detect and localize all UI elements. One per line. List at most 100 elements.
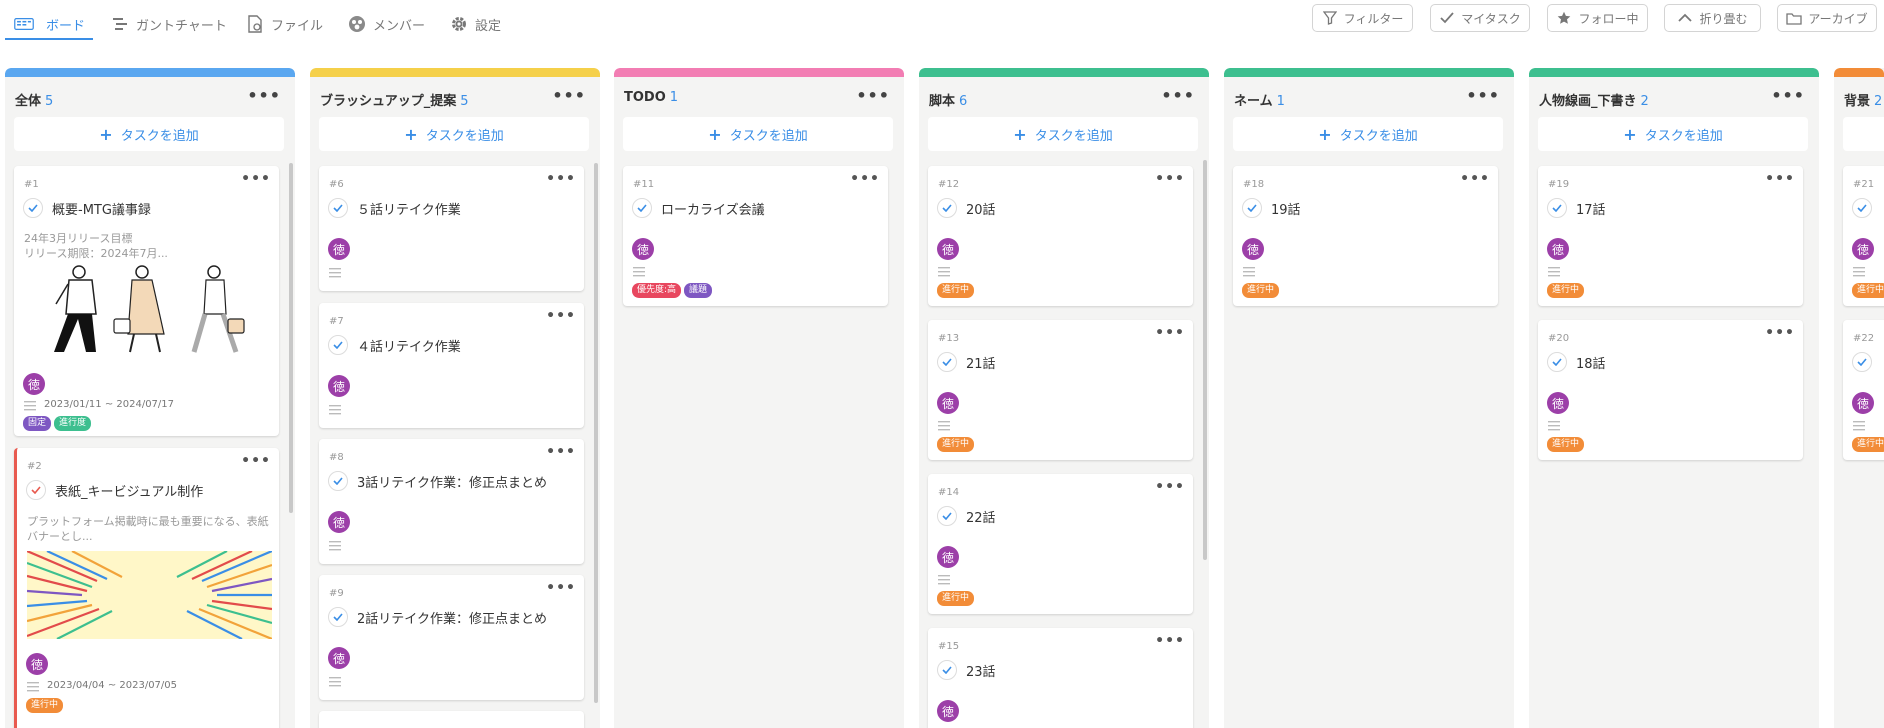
avatar[interactable]: 徳 bbox=[632, 238, 654, 260]
card-more-icon[interactable]: ••• bbox=[1155, 171, 1185, 187]
task-card[interactable]: #15 ••• 23話 徳 bbox=[928, 628, 1193, 728]
avatar[interactable]: 徳 bbox=[1547, 238, 1569, 260]
column-more-icon[interactable]: ••• bbox=[247, 86, 281, 105]
task-card[interactable]: #14 ••• 22話 徳 進行中 bbox=[928, 474, 1193, 614]
avatar[interactable]: 徳 bbox=[328, 511, 350, 533]
add-task-button[interactable] bbox=[1843, 117, 1884, 151]
add-task-button[interactable]: + タスクを追加 bbox=[14, 117, 284, 151]
tab-files[interactable]: ファイル bbox=[245, 12, 323, 36]
my-tasks-button[interactable]: マイタスク bbox=[1430, 4, 1530, 32]
avatar[interactable]: 徳 bbox=[937, 700, 959, 722]
check-circle-icon[interactable] bbox=[1242, 198, 1262, 218]
check-circle-icon[interactable] bbox=[937, 660, 957, 680]
column-scrollbar[interactable] bbox=[1203, 160, 1207, 560]
task-card[interactable]: #19 ••• 17話 徳 進行中 bbox=[1538, 166, 1803, 306]
avatar[interactable]: 徳 bbox=[937, 546, 959, 568]
board-column: 脚本 6 ••• + タスクを追加 #12 ••• 20話 徳 進行中 #13 ••… bbox=[919, 68, 1209, 728]
card-more-icon[interactable]: ••• bbox=[1460, 171, 1490, 187]
column-more-icon[interactable]: ••• bbox=[552, 86, 586, 105]
task-card[interactable]: #20 ••• 18話 徳 進行中 bbox=[1538, 320, 1803, 460]
task-id: #21 bbox=[1853, 179, 1875, 190]
avatar[interactable]: 徳 bbox=[328, 238, 350, 260]
task-card[interactable]: #18 ••• 19話 徳 進行中 bbox=[1233, 166, 1498, 306]
tab-members[interactable]: メンバー bbox=[347, 12, 425, 36]
task-card[interactable]: #13 ••• 21話 徳 進行中 bbox=[928, 320, 1193, 460]
column-more-icon[interactable]: ••• bbox=[1161, 86, 1195, 105]
card-more-icon[interactable]: ••• bbox=[546, 580, 576, 596]
avatar[interactable]: 徳 bbox=[328, 647, 350, 669]
avatar[interactable]: 徳 bbox=[937, 238, 959, 260]
card-more-icon[interactable]: ••• bbox=[850, 171, 880, 187]
task-card[interactable]: #2 ••• 表紙_キービジュアル制作 プラットフォーム掲載時に最も重要になる、… bbox=[14, 448, 279, 728]
check-circle-icon[interactable] bbox=[328, 198, 348, 218]
task-title: ５話リテイク作業 bbox=[357, 203, 461, 218]
card-more-icon[interactable]: ••• bbox=[241, 453, 271, 469]
archive-button[interactable]: アーカイブ bbox=[1777, 4, 1877, 32]
task-card[interactable]: #1 ••• 概要-MTG議事録 24年3月リリース目標 リリース期限：2024… bbox=[14, 166, 279, 436]
card-more-icon[interactable]: ••• bbox=[546, 444, 576, 460]
check-circle-icon[interactable] bbox=[23, 198, 43, 218]
add-task-button[interactable]: + タスクを追加 bbox=[928, 117, 1198, 151]
card-more-icon[interactable]: ••• bbox=[1765, 325, 1795, 341]
task-card[interactable] bbox=[319, 711, 584, 728]
task-card[interactable]: #8 ••• 3話リテイク作業：修正点まとめ 徳 bbox=[319, 439, 584, 564]
column-more-icon[interactable]: ••• bbox=[1771, 86, 1805, 105]
card-more-icon[interactable]: ••• bbox=[546, 171, 576, 187]
task-card[interactable]: #6 ••• ５話リテイク作業 徳 bbox=[319, 166, 584, 291]
avatar[interactable]: 徳 bbox=[1242, 238, 1264, 260]
check-circle-icon[interactable] bbox=[937, 506, 957, 526]
check-circle-icon[interactable] bbox=[328, 471, 348, 491]
task-card[interactable]: #7 ••• ４話リテイク作業 徳 bbox=[319, 303, 584, 428]
tag-list: 固定 進行度 bbox=[23, 416, 92, 431]
check-circle-icon[interactable] bbox=[1547, 198, 1567, 218]
check-circle-icon[interactable] bbox=[328, 335, 348, 355]
card-more-icon[interactable]: ••• bbox=[546, 308, 576, 324]
avatar[interactable]: 徳 bbox=[937, 392, 959, 414]
card-more-icon[interactable]: ••• bbox=[1155, 325, 1185, 341]
task-card[interactable]: #22 徳 進行中 bbox=[1843, 320, 1884, 460]
task-title: 17話 bbox=[1576, 203, 1606, 218]
column-scrollbar[interactable] bbox=[289, 163, 293, 513]
check-circle-icon[interactable] bbox=[632, 198, 652, 218]
add-task-button[interactable]: + タスクを追加 bbox=[1233, 117, 1503, 151]
tab-settings-label: 設定 bbox=[475, 18, 502, 34]
card-more-icon[interactable]: ••• bbox=[1765, 171, 1795, 187]
tab-settings[interactable]: 設定 bbox=[449, 12, 501, 36]
collapse-button[interactable]: 折り畳む bbox=[1664, 4, 1761, 32]
card-more-icon[interactable]: ••• bbox=[241, 171, 271, 187]
tab-gantt[interactable]: ガントチャート bbox=[110, 12, 227, 36]
card-more-icon[interactable]: ••• bbox=[1155, 479, 1185, 495]
following-button[interactable]: フォロー中 bbox=[1547, 4, 1648, 32]
add-task-button[interactable]: + タスクを追加 bbox=[1538, 117, 1808, 151]
task-description-line: 24年3月リリース目標 bbox=[24, 232, 133, 245]
task-card[interactable]: #21 徳 進行中 bbox=[1843, 166, 1884, 306]
check-circle-icon[interactable] bbox=[1852, 352, 1872, 372]
column-scrollbar[interactable] bbox=[594, 163, 598, 703]
check-circle-icon[interactable] bbox=[328, 607, 348, 627]
filter-button[interactable]: フィルター bbox=[1312, 4, 1413, 32]
add-task-button[interactable]: + タスクを追加 bbox=[319, 117, 589, 151]
column-more-icon[interactable]: ••• bbox=[1466, 86, 1500, 105]
card-more-icon[interactable]: ••• bbox=[1155, 633, 1185, 649]
avatar[interactable]: 徳 bbox=[328, 375, 350, 397]
tag: 進行中 bbox=[937, 591, 975, 606]
collapse-label: 折り畳む bbox=[1699, 11, 1748, 26]
filter-icon bbox=[1322, 10, 1338, 26]
tab-board[interactable]: ボード bbox=[14, 12, 85, 36]
avatar[interactable]: 徳 bbox=[1852, 238, 1874, 260]
add-task-button[interactable]: + タスクを追加 bbox=[623, 117, 893, 151]
avatar[interactable]: 徳 bbox=[1852, 392, 1874, 414]
column-more-icon[interactable]: ••• bbox=[856, 86, 890, 105]
tag-list: 進行中 bbox=[1242, 283, 1280, 298]
task-card[interactable]: #12 ••• 20話 徳 進行中 bbox=[928, 166, 1193, 306]
avatar[interactable]: 徳 bbox=[23, 373, 45, 395]
avatar[interactable]: 徳 bbox=[1547, 392, 1569, 414]
avatar[interactable]: 徳 bbox=[26, 653, 48, 675]
task-card[interactable]: #9 ••• 2話リテイク作業：修正点まとめ 徳 bbox=[319, 575, 584, 700]
check-circle-icon[interactable] bbox=[937, 352, 957, 372]
check-circle-icon[interactable] bbox=[1852, 198, 1872, 218]
check-circle-icon[interactable] bbox=[937, 198, 957, 218]
task-card[interactable]: #11 ••• ローカライズ会議 徳 優先度:高 議題 bbox=[623, 166, 888, 306]
check-circle-icon[interactable] bbox=[1547, 352, 1567, 372]
check-circle-icon[interactable] bbox=[26, 480, 46, 500]
